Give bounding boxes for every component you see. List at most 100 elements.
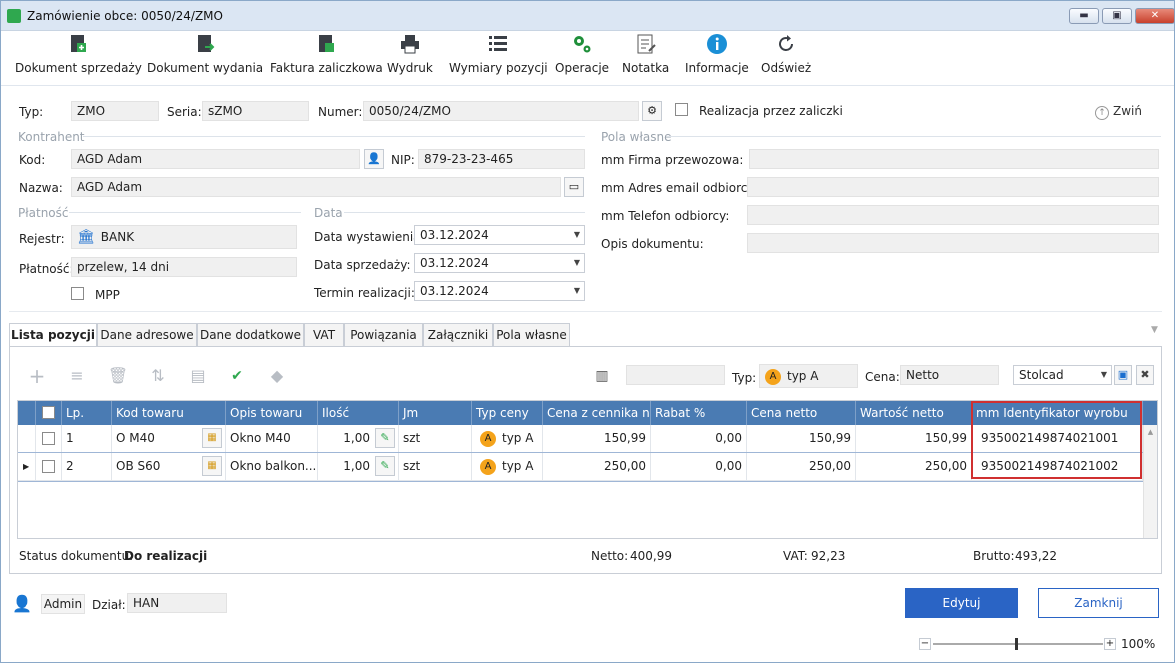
numer-settings-gear-icon[interactable]: ⚙	[642, 101, 662, 121]
rejestr-field[interactable]: 🏛 BANK	[71, 225, 297, 249]
cell-kod-value: OB S60	[116, 459, 161, 473]
price-type-badge: A	[765, 368, 781, 385]
tab-powiazania[interactable]: Powiązania	[344, 323, 423, 347]
typ-field[interactable]: ZMO	[71, 101, 159, 121]
brutto-value: 493,22	[1015, 549, 1057, 563]
bank-icon: 🏛	[77, 229, 95, 245]
vat-value: 92,23	[811, 549, 846, 563]
cell-kod[interactable]: O M40 ▦	[112, 425, 226, 452]
save-layout-icon[interactable]: ▣	[1114, 365, 1132, 385]
termin-realizacji-label: Termin realizacji:	[314, 286, 415, 300]
zoom-in-button[interactable]: +	[1104, 638, 1116, 650]
row-checkbox[interactable]	[42, 460, 55, 473]
tab-dane-adresowe[interactable]: Dane adresowe	[97, 323, 197, 347]
tab-zalaczniki[interactable]: Załączniki	[423, 323, 493, 347]
col-cena-z-cennika[interactable]: Cena z cennika n...	[543, 401, 651, 425]
col-lp[interactable]: Lp.	[62, 401, 112, 425]
row-checkbox-cell[interactable]	[36, 425, 62, 452]
add-list-icon[interactable]: ≡	[66, 365, 88, 387]
minimize-button[interactable]: ▬	[1069, 8, 1099, 24]
scroll-up-icon[interactable]: ▲	[1144, 428, 1157, 436]
toolbar-wymiary-pozycji[interactable]: Wymiary pozycji	[449, 33, 548, 75]
delete-icon[interactable]: 🗑	[107, 365, 129, 387]
cena-label: Cena:	[865, 370, 900, 384]
tabs-overflow-chevron-icon[interactable]: ▼	[1151, 325, 1158, 335]
mpp-checkbox[interactable]	[71, 287, 84, 300]
col-kod-towaru[interactable]: Kod towaru	[112, 401, 226, 425]
close-window-button[interactable]: ✕	[1135, 8, 1175, 24]
data-wystawienia-picker[interactable]: 03.12.2024 ▼	[414, 225, 585, 245]
cell-ilosc[interactable]: 1,00 ✎	[318, 453, 399, 480]
delete-layout-icon[interactable]: ✖	[1136, 365, 1154, 385]
barcode-input[interactable]	[626, 365, 725, 385]
numer-field[interactable]: 0050/24/ZMO	[363, 101, 639, 121]
tab-pola-wlasne[interactable]: Pola własne	[493, 323, 570, 347]
data-sprzedazy-picker[interactable]: 03.12.2024 ▼	[414, 253, 585, 273]
toolbar-dokument-wydania[interactable]: Dokument wydania	[147, 33, 263, 75]
product-stock-icon[interactable]: ▦	[202, 456, 222, 476]
telefon-field[interactable]	[747, 205, 1159, 225]
platnosc-field[interactable]: przelew, 14 dni	[71, 257, 297, 277]
product-stock-icon[interactable]: ▦	[202, 428, 222, 448]
layers-icon[interactable]: ◆	[266, 365, 288, 387]
kod-field[interactable]: AGD Adam	[71, 149, 360, 169]
adres-email-field[interactable]	[747, 177, 1159, 197]
toolbar-operacje[interactable]: Operacje	[555, 33, 609, 75]
tab-lista-pozycji[interactable]: Lista pozycji	[9, 323, 97, 348]
col-rabat[interactable]: Rabat %	[651, 401, 747, 425]
nazwa-field[interactable]: AGD Adam	[71, 177, 561, 197]
zoom-slider-thumb[interactable]	[1015, 638, 1018, 650]
toolbar-faktura-zaliczkowa[interactable]: Faktura zaliczkowa	[270, 33, 383, 75]
toolbar-label: Dokument sprzedaży	[15, 61, 142, 75]
cell-ilosc[interactable]: 1,00 ✎	[318, 425, 399, 452]
checklist-icon[interactable]: ✔	[226, 365, 248, 387]
col-typ-ceny[interactable]: Typ ceny	[472, 401, 543, 425]
toolbar-wydruk[interactable]: Wydruk	[387, 33, 433, 75]
zoom-out-button[interactable]: −	[919, 638, 931, 650]
maximize-button[interactable]: ▣	[1102, 8, 1132, 24]
realizacja-checkbox[interactable]	[675, 103, 688, 116]
zoom-slider-track[interactable]	[933, 643, 1103, 645]
sort-arrows-icon[interactable]: ⇅	[147, 365, 169, 387]
nip-label: NIP:	[391, 153, 415, 167]
cell-kod[interactable]: OB S60 ▦	[112, 453, 226, 480]
contact-card-icon[interactable]: ▭	[564, 177, 584, 197]
col-ilosc[interactable]: Ilość	[318, 401, 399, 425]
dzial-field[interactable]: HAN	[127, 593, 227, 613]
collapse-rows-icon[interactable]: ▤	[187, 365, 209, 387]
row-checkbox-cell[interactable]	[36, 453, 62, 480]
select-all-checkbox-cell[interactable]	[36, 401, 62, 425]
select-all-checkbox[interactable]	[42, 406, 55, 419]
toolbar-odswiez[interactable]: Odśwież	[761, 33, 811, 75]
nip-field[interactable]: 879-23-23-465	[418, 149, 585, 169]
edit-quantity-icon[interactable]: ✎	[375, 456, 395, 476]
col-cena-netto[interactable]: Cena netto	[747, 401, 856, 425]
tab-vat[interactable]: VAT	[304, 323, 344, 347]
kontrahent-group-title: Kontrahent	[18, 130, 85, 144]
cena-select[interactable]: Netto	[900, 365, 999, 385]
barcode-scan-icon[interactable]: ▥	[591, 365, 613, 387]
edit-quantity-icon[interactable]: ✎	[375, 428, 395, 448]
kontrahent-person-icon[interactable]: 👤	[364, 149, 384, 169]
opis-dokumentu-field[interactable]	[747, 233, 1159, 253]
close-button[interactable]: Zamknij	[1038, 588, 1159, 618]
layout-select[interactable]: Stolcad ▼	[1013, 365, 1112, 385]
toolbar-informacje[interactable]: Informacje	[685, 33, 749, 75]
tab-dane-dodatkowe[interactable]: Dane dodatkowe	[197, 323, 304, 347]
price-type-badge: A	[480, 430, 496, 447]
col-wartosc-netto[interactable]: Wartość netto	[856, 401, 972, 425]
col-opis-towaru[interactable]: Opis towaru	[226, 401, 318, 425]
termin-realizacji-picker[interactable]: 03.12.2024 ▼	[414, 281, 585, 301]
typ-filter-select[interactable]: Atyp A	[759, 364, 858, 388]
toolbar-label: Operacje	[555, 61, 610, 75]
toolbar-notatka[interactable]: Notatka	[622, 33, 669, 75]
toolbar-dokument-sprzedazy[interactable]: Dokument sprzedaży	[15, 33, 142, 75]
firma-przewozowa-field[interactable]	[749, 149, 1159, 169]
row-checkbox[interactable]	[42, 432, 55, 445]
grid-scrollbar[interactable]: ▲	[1143, 425, 1157, 538]
seria-field[interactable]: sZMO	[202, 101, 309, 121]
collapse-button[interactable]: ↑ Zwiń	[1095, 104, 1142, 120]
col-jm[interactable]: Jm	[399, 401, 472, 425]
add-icon[interactable]: +	[26, 365, 48, 387]
edit-button[interactable]: Edytuj	[905, 588, 1018, 618]
